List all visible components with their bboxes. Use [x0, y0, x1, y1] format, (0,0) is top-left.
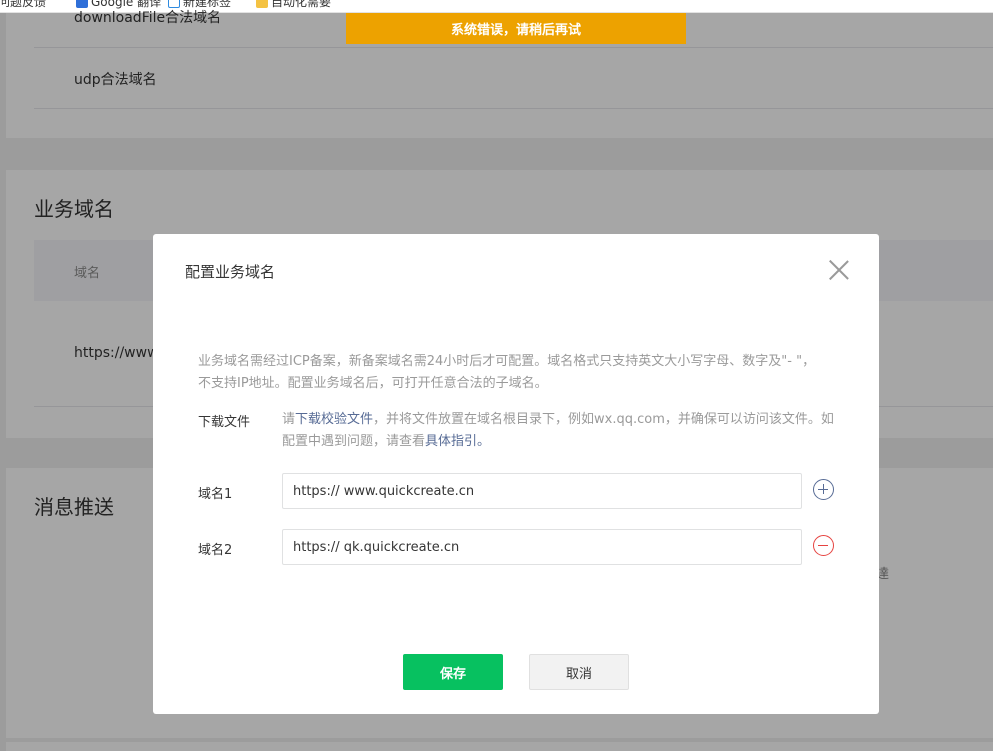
close-icon[interactable]: [829, 260, 849, 280]
download-verification-file-link[interactable]: 下载校验文件: [295, 412, 373, 427]
minus-horizontal: [818, 544, 828, 546]
domain-2-label: 域名2: [198, 543, 233, 558]
folder-icon: [256, 0, 268, 8]
guide-link[interactable]: 具体指引: [425, 434, 477, 449]
domain-notice: 业务域名需经过ICP备案，新备案域名需24小时后才可配置。域名格式只支持英文大小…: [198, 354, 816, 391]
domain-1-input[interactable]: [282, 473, 802, 509]
configure-business-domain-dialog: 配置业务域名 业务域名需经过ICP备案，新备案域名需24小时后才可配置。域名格式…: [153, 234, 879, 714]
plus-vertical: [822, 484, 824, 494]
bookmark-label: 自动化需要: [271, 0, 332, 9]
guide-link-suffix: 。: [477, 434, 491, 449]
download-instructions: 请下载校验文件，并将文件放置在域名根目录下，例如wx.qq.com，并确保可以访…: [282, 409, 837, 453]
bookmark-item[interactable]: 自动化需要: [256, 0, 331, 10]
domain-1-label: 域名1: [198, 487, 233, 502]
bookmark-item[interactable]: 问题反馈: [0, 0, 46, 10]
domain-2-input[interactable]: [282, 529, 802, 565]
cancel-button[interactable]: 取消: [529, 654, 629, 690]
instruction-text: 请: [282, 412, 296, 427]
bookmark-label: 问题反馈: [0, 0, 47, 9]
download-file-label: 下载文件: [198, 415, 251, 430]
minus-circle-icon[interactable]: [813, 535, 834, 556]
dialog-title: 配置业务域名: [185, 263, 276, 281]
plus-circle-icon[interactable]: [813, 479, 834, 500]
error-toast: 系统错误，请稍后再试: [346, 13, 686, 44]
toast-message: 系统错误，请稍后再试: [450, 23, 581, 38]
save-button[interactable]: 保存: [403, 654, 503, 690]
